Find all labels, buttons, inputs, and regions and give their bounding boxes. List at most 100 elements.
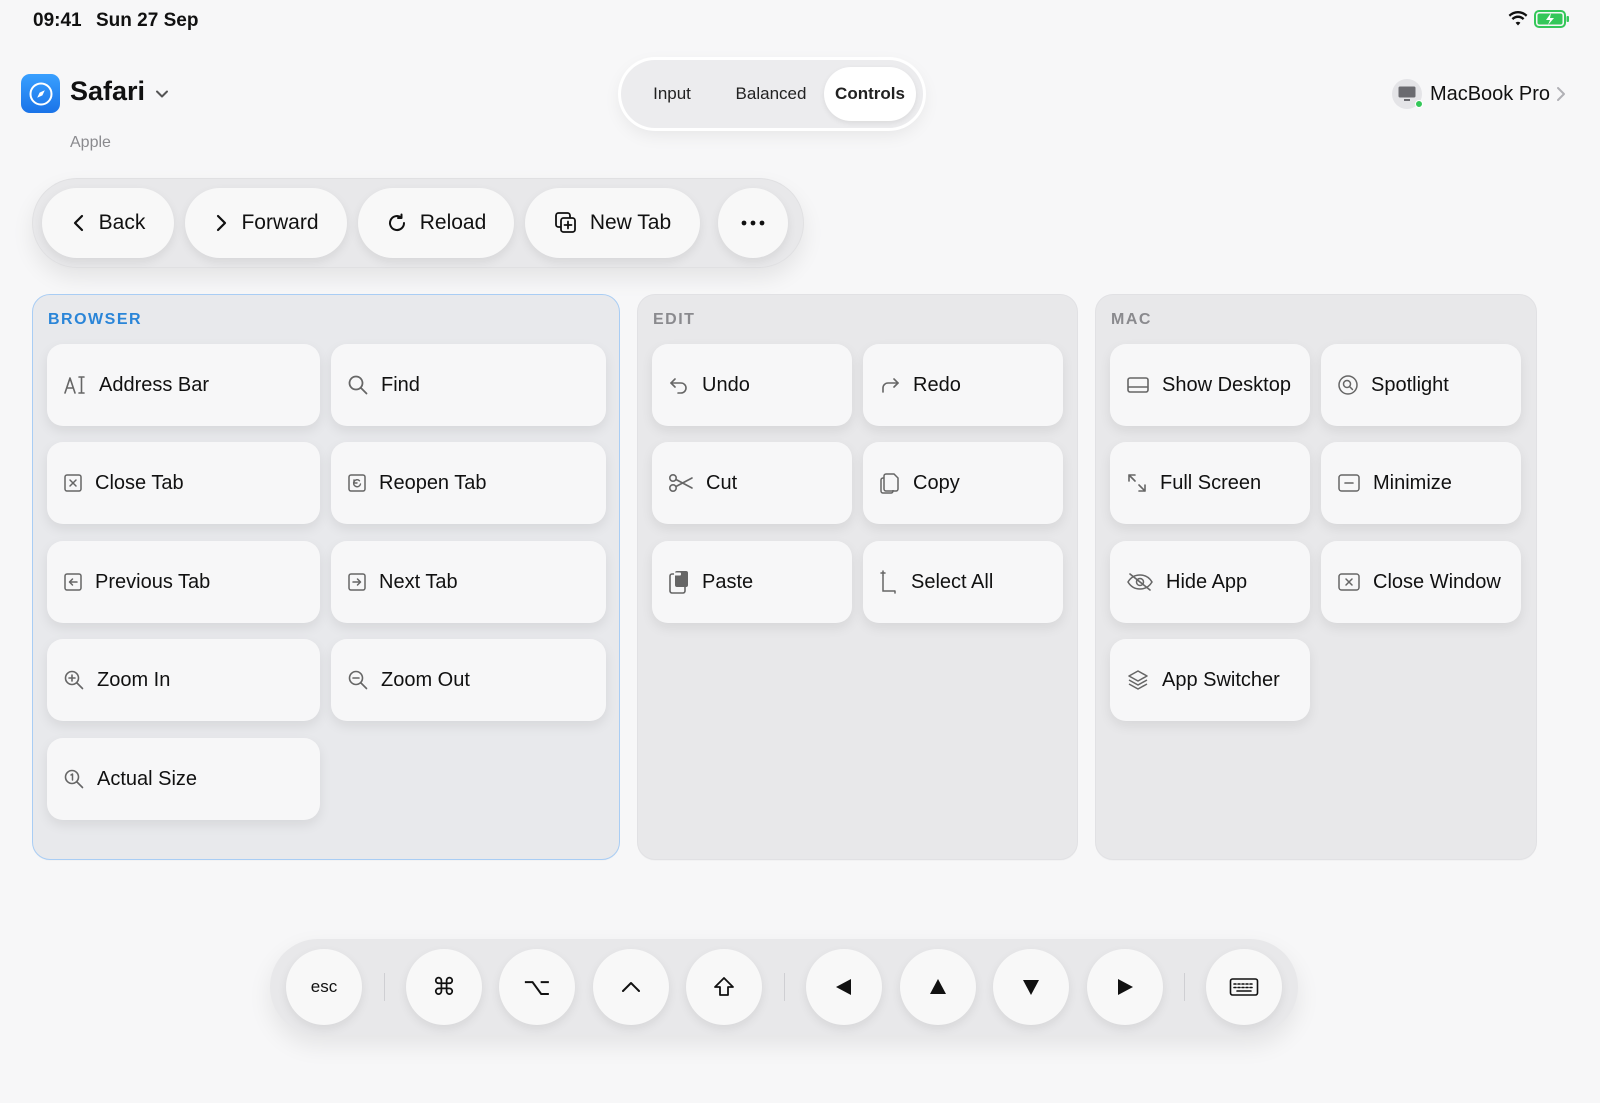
find-button[interactable]: Find <box>331 344 606 426</box>
undo-icon <box>670 378 687 394</box>
redo-label: Redo <box>913 373 961 396</box>
chevron-right-icon[interactable] <box>1554 85 1568 103</box>
chevron-right-icon <box>217 214 227 232</box>
arrow-right-key[interactable] <box>1087 949 1163 1025</box>
layers-icon <box>1128 670 1148 690</box>
back-button[interactable]: Back <box>42 188 174 258</box>
status-date: Sun 27 Sep <box>96 10 199 31</box>
minimize-button[interactable]: Minimize <box>1321 442 1521 524</box>
copy-button[interactable]: Copy <box>863 442 1063 524</box>
app-vendor: Apple <box>70 134 111 151</box>
arrow-right-icon <box>1118 979 1133 995</box>
minimize-icon <box>1338 474 1360 492</box>
status-bar: 09:41 Sun 27 Sep <box>33 10 1570 34</box>
spotlight-label: Spotlight <box>1371 373 1449 396</box>
zoom-out-button[interactable]: Zoom Out <box>331 639 606 721</box>
control-key-icon <box>622 982 640 992</box>
hide-app-button[interactable]: Hide App <box>1110 541 1310 623</box>
redo-button[interactable]: Redo <box>863 344 1063 426</box>
close-tab-button[interactable]: Close Tab <box>47 442 320 524</box>
edit-panel-title: EDIT <box>653 311 696 328</box>
reopen-tab-button[interactable]: Reopen Tab <box>331 442 606 524</box>
find-label: Find <box>381 373 420 396</box>
device-name[interactable]: MacBook Pro <box>1430 83 1550 106</box>
control-key[interactable] <box>593 949 669 1025</box>
connected-indicator <box>1414 100 1423 108</box>
full-screen-button[interactable]: Full Screen <box>1110 442 1310 524</box>
desktop-icon <box>1127 377 1149 393</box>
battery-icon <box>1534 10 1569 28</box>
undo-button[interactable]: Undo <box>652 344 852 426</box>
close-window-button[interactable]: Close Window <box>1321 541 1521 623</box>
status-time: 09:41 <box>33 10 82 31</box>
previous-tab-label: Previous Tab <box>95 570 211 593</box>
redo-icon <box>882 378 899 393</box>
scissors-icon <box>668 473 693 493</box>
mode-switch[interactable]: Input Balanced Controls <box>621 60 923 128</box>
wifi-icon <box>1508 11 1528 26</box>
minimize-label: Minimize <box>1373 471 1452 494</box>
address-bar-button[interactable]: Address Bar <box>47 344 320 426</box>
command-key[interactable]: ⌘ <box>406 949 482 1025</box>
key-divider <box>1184 973 1185 1001</box>
new-tab-button[interactable]: New Tab <box>525 188 700 258</box>
app-header[interactable]: Safari Apple <box>21 74 321 154</box>
show-desktop-label: Show Desktop <box>1162 373 1291 396</box>
spotlight-button[interactable]: Spotlight <box>1321 344 1521 426</box>
copy-label: Copy <box>913 471 960 494</box>
reload-button[interactable]: Reload <box>358 188 514 258</box>
paste-icon <box>669 571 688 594</box>
forward-button[interactable]: Forward <box>185 188 347 258</box>
close-tab-icon <box>64 474 82 492</box>
chevron-down-icon[interactable] <box>152 84 172 104</box>
compass-icon <box>21 74 60 113</box>
option-key-icon: ⌥ <box>523 973 551 1001</box>
mode-option-balanced[interactable]: Balanced <box>719 67 823 121</box>
next-tab-icon <box>348 573 366 591</box>
keyboard-icon <box>1229 978 1259 996</box>
hide-app-label: Hide App <box>1166 570 1248 593</box>
arrow-down-icon <box>1023 980 1039 995</box>
paste-button[interactable]: Paste <box>652 541 852 623</box>
zoom-in-icon <box>64 670 84 690</box>
paste-label: Paste <box>702 570 754 593</box>
show-desktop-button[interactable]: Show Desktop <box>1110 344 1310 426</box>
app-name[interactable]: Safari <box>70 76 145 107</box>
zoom-out-label: Zoom Out <box>381 668 470 691</box>
modifier-key-bar: esc ⌘ ⌥ <box>270 939 1298 1035</box>
actual-size-icon <box>64 769 84 789</box>
new-tab-icon <box>554 212 576 233</box>
undo-label: Undo <box>702 373 750 396</box>
mode-option-input[interactable]: Input <box>633 67 711 121</box>
arrow-down-key[interactable] <box>993 949 1069 1025</box>
actual-size-button[interactable]: Actual Size <box>47 738 320 820</box>
full-screen-icon <box>1128 474 1146 492</box>
option-key[interactable]: ⌥ <box>499 949 575 1025</box>
reload-icon <box>388 213 405 232</box>
zoom-in-button[interactable]: Zoom In <box>47 639 320 721</box>
close-window-label: Close Window <box>1373 570 1501 593</box>
select-all-button[interactable]: Select All <box>863 541 1063 623</box>
spotlight-icon <box>1338 375 1358 395</box>
device-selector[interactable]: MacBook Pro <box>1391 78 1565 110</box>
shift-key[interactable] <box>686 949 762 1025</box>
navigation-toolbar: Back Forward Reload New Tab <box>32 178 804 268</box>
browser-panel: BROWSER Address Bar Find Close Tab Reope… <box>32 294 620 860</box>
previous-tab-button[interactable]: Previous Tab <box>47 541 320 623</box>
mac-panel: MAC Show Desktop Spotlight Full Screen M… <box>1095 294 1537 860</box>
mode-option-controls[interactable]: Controls <box>824 67 916 121</box>
actual-size-label: Actual Size <box>97 767 198 790</box>
arrow-left-key[interactable] <box>806 949 882 1025</box>
next-tab-button[interactable]: Next Tab <box>331 541 606 623</box>
display-icon <box>1391 79 1423 109</box>
close-tab-label: Close Tab <box>95 471 184 494</box>
esc-key[interactable]: esc <box>286 949 362 1025</box>
keyboard-key[interactable] <box>1206 949 1282 1025</box>
more-button[interactable] <box>718 188 788 258</box>
back-label: Back <box>98 211 146 234</box>
app-switcher-button[interactable]: App Switcher <box>1110 639 1310 721</box>
eye-slash-icon <box>1127 573 1153 591</box>
arrow-up-key[interactable] <box>900 949 976 1025</box>
mac-panel-title: MAC <box>1111 311 1152 328</box>
cut-button[interactable]: Cut <box>652 442 852 524</box>
